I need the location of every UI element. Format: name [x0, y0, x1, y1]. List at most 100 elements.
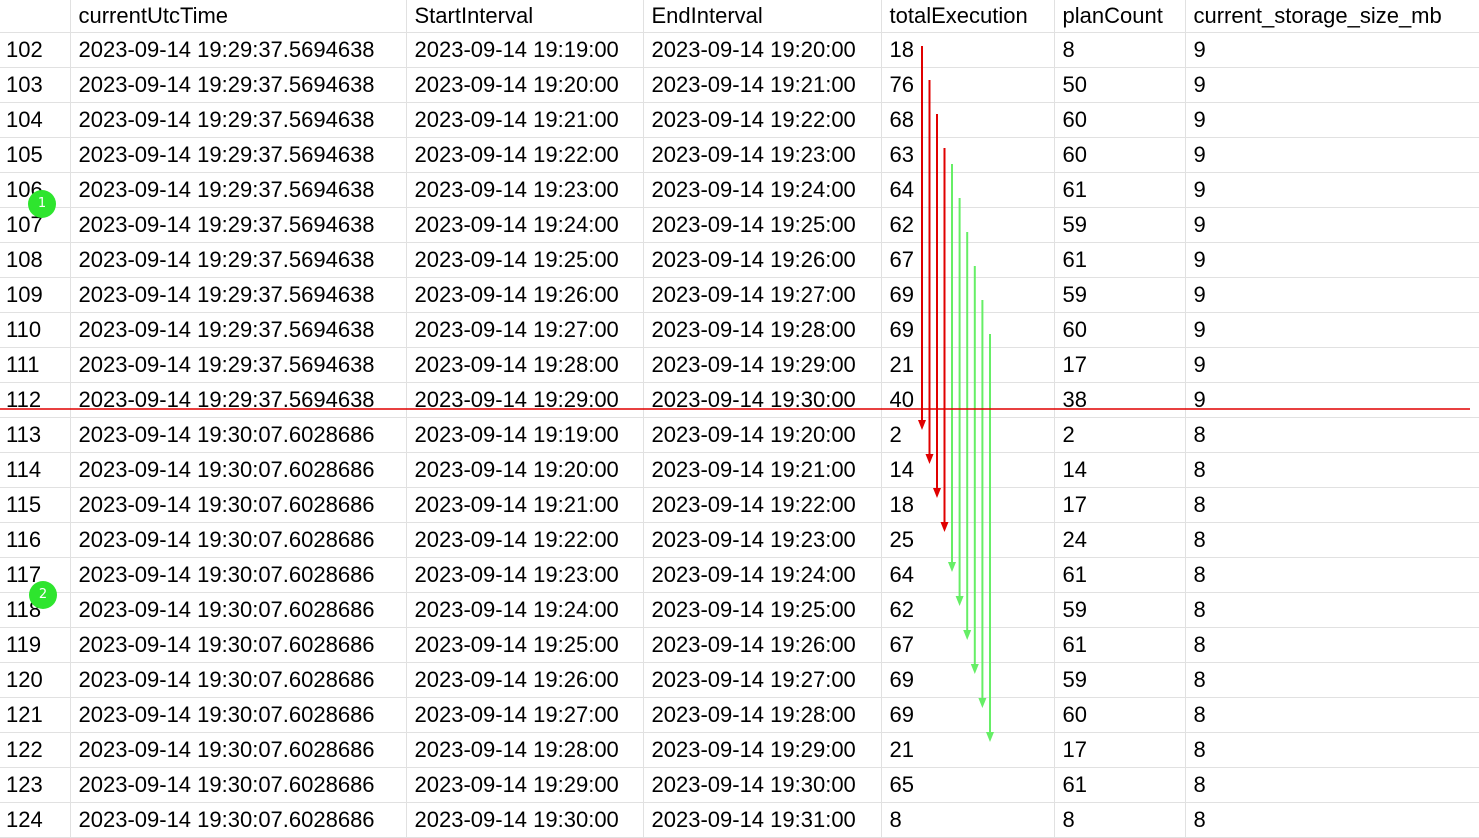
cell[interactable]: 9	[1185, 242, 1479, 278]
row-number[interactable]: 115	[0, 487, 71, 523]
table-row[interactable]: 114 2023-09-14 19:30:07.6028686 2023-09-14…	[0, 452, 1479, 488]
cell[interactable]: 2023-09-14 19:24:00	[643, 557, 882, 593]
row-number[interactable]: 112	[0, 382, 71, 418]
cell[interactable]: 65	[881, 767, 1055, 803]
cell[interactable]: 2023-09-14 19:20:00	[406, 452, 644, 488]
cell[interactable]: 68	[881, 102, 1055, 138]
row-number[interactable]: 121	[0, 697, 71, 733]
cell[interactable]: 2023-09-14 19:27:00	[406, 697, 644, 733]
cell[interactable]: 2023-09-14 19:30:07.6028686	[70, 732, 407, 768]
cell[interactable]: 64	[881, 557, 1055, 593]
cell[interactable]: 2023-09-14 19:24:00	[406, 592, 644, 628]
row-number[interactable]: 119	[0, 627, 71, 663]
cell[interactable]: 2023-09-14 19:26:00	[406, 277, 644, 313]
row-number[interactable]: 111	[0, 347, 71, 383]
cell[interactable]: 21	[881, 347, 1055, 383]
cell[interactable]: 2023-09-14 19:25:00	[406, 242, 644, 278]
cell[interactable]: 2023-09-14 19:22:00	[643, 487, 882, 523]
cell[interactable]: 18	[881, 32, 1055, 68]
cell[interactable]: 8	[1185, 732, 1479, 768]
cell[interactable]: 76	[881, 67, 1055, 103]
row-number[interactable]: 109	[0, 277, 71, 313]
cell[interactable]: 2023-09-14 19:29:37.5694638	[70, 347, 407, 383]
table-row[interactable]: 109 2023-09-14 19:29:37.5694638 2023-09-14…	[0, 277, 1479, 313]
cell[interactable]: 2023-09-14 19:21:00	[406, 102, 644, 138]
cell[interactable]: 18	[881, 487, 1055, 523]
cell[interactable]: 8	[1185, 662, 1479, 698]
cell[interactable]: 8	[1185, 417, 1479, 453]
cell[interactable]: 8	[1185, 557, 1479, 593]
cell[interactable]: 60	[1054, 312, 1186, 348]
cell[interactable]: 2023-09-14 19:30:07.6028686	[70, 697, 407, 733]
cell[interactable]: 59	[1054, 277, 1186, 313]
cell[interactable]: 2023-09-14 19:29:37.5694638	[70, 312, 407, 348]
cell[interactable]: 2023-09-14 19:29:37.5694638	[70, 137, 407, 173]
cell[interactable]: 2023-09-14 19:24:00	[643, 172, 882, 208]
cell[interactable]: 2023-09-14 19:30:00	[643, 382, 882, 418]
cell[interactable]: 2023-09-14 19:21:00	[406, 487, 644, 523]
cell[interactable]: 2023-09-14 19:28:00	[406, 347, 644, 383]
table-row[interactable]: 107 2023-09-14 19:29:37.5694638 2023-09-14…	[0, 207, 1479, 243]
cell[interactable]: 8	[1185, 592, 1479, 628]
row-number[interactable]: 110	[0, 312, 71, 348]
header-current-storage-size-mb[interactable]: current_storage_size_mb	[1185, 0, 1479, 33]
cell[interactable]: 8	[1185, 452, 1479, 488]
cell[interactable]: 2023-09-14 19:30:00	[406, 802, 644, 838]
header-startinterval[interactable]: StartInterval	[406, 0, 644, 33]
cell[interactable]: 2023-09-14 19:29:37.5694638	[70, 32, 407, 68]
row-number[interactable]: 120	[0, 662, 71, 698]
cell[interactable]: 2023-09-14 19:25:00	[643, 207, 882, 243]
cell[interactable]: 2023-09-14 19:28:00	[643, 697, 882, 733]
cell[interactable]: 2023-09-14 19:29:37.5694638	[70, 102, 407, 138]
cell[interactable]: 8	[1185, 627, 1479, 663]
cell[interactable]: 64	[881, 172, 1055, 208]
cell[interactable]: 2023-09-14 19:29:00	[406, 767, 644, 803]
cell[interactable]: 69	[881, 697, 1055, 733]
cell[interactable]: 2023-09-14 19:29:37.5694638	[70, 242, 407, 278]
cell[interactable]: 61	[1054, 767, 1186, 803]
cell[interactable]: 2	[1054, 417, 1186, 453]
cell[interactable]: 2023-09-14 19:30:07.6028686	[70, 662, 407, 698]
header-rownum[interactable]	[0, 0, 71, 33]
cell[interactable]: 62	[881, 207, 1055, 243]
cell[interactable]: 61	[1054, 172, 1186, 208]
cell[interactable]: 2023-09-14 19:22:00	[643, 102, 882, 138]
cell[interactable]: 8	[1054, 32, 1186, 68]
cell[interactable]: 9	[1185, 277, 1479, 313]
table-row[interactable]: 115 2023-09-14 19:30:07.6028686 2023-09-14…	[0, 487, 1479, 523]
row-number[interactable]: 122	[0, 732, 71, 768]
row-number[interactable]: 124	[0, 802, 71, 838]
cell[interactable]: 2023-09-14 19:20:00	[406, 67, 644, 103]
row-number[interactable]: 104	[0, 102, 71, 138]
cell[interactable]: 2023-09-14 19:19:00	[406, 32, 644, 68]
row-number[interactable]: 114	[0, 452, 71, 488]
cell[interactable]: 67	[881, 627, 1055, 663]
table-row[interactable]: 113 2023-09-14 19:30:07.6028686 2023-09-14…	[0, 417, 1479, 453]
table-row[interactable]: 124 2023-09-14 19:30:07.6028686 2023-09-14…	[0, 802, 1479, 838]
cell[interactable]: 69	[881, 662, 1055, 698]
cell[interactable]: 17	[1054, 487, 1186, 523]
cell[interactable]: 2023-09-14 19:22:00	[406, 137, 644, 173]
cell[interactable]: 2023-09-14 19:29:37.5694638	[70, 277, 407, 313]
cell[interactable]: 9	[1185, 207, 1479, 243]
cell[interactable]: 9	[1185, 102, 1479, 138]
row-number[interactable]: 113	[0, 417, 71, 453]
cell[interactable]: 2023-09-14 19:30:07.6028686	[70, 767, 407, 803]
table-row[interactable]: 112 2023-09-14 19:29:37.5694638 2023-09-14…	[0, 382, 1479, 418]
table-row[interactable]: 117 2023-09-14 19:30:07.6028686 2023-09-14…	[0, 557, 1479, 593]
cell[interactable]: 2023-09-14 19:30:07.6028686	[70, 487, 407, 523]
table-row[interactable]: 111 2023-09-14 19:29:37.5694638 2023-09-14…	[0, 347, 1479, 383]
table-row[interactable]: 118 2023-09-14 19:30:07.6028686 2023-09-14…	[0, 592, 1479, 628]
table-row[interactable]: 104 2023-09-14 19:29:37.5694638 2023-09-14…	[0, 102, 1479, 138]
cell[interactable]: 8	[1054, 802, 1186, 838]
cell[interactable]: 2023-09-14 19:23:00	[643, 522, 882, 558]
cell[interactable]: 60	[1054, 102, 1186, 138]
table-row[interactable]: 116 2023-09-14 19:30:07.6028686 2023-09-14…	[0, 522, 1479, 558]
header-endinterval[interactable]: EndInterval	[643, 0, 882, 33]
cell[interactable]: 2023-09-14 19:25:00	[643, 592, 882, 628]
row-number[interactable]: 105	[0, 137, 71, 173]
cell[interactable]: 2023-09-14 19:30:07.6028686	[70, 557, 407, 593]
cell[interactable]: 2023-09-14 19:29:00	[643, 347, 882, 383]
cell[interactable]: 2023-09-14 19:30:07.6028686	[70, 592, 407, 628]
table-row[interactable]: 123 2023-09-14 19:30:07.6028686 2023-09-14…	[0, 767, 1479, 803]
